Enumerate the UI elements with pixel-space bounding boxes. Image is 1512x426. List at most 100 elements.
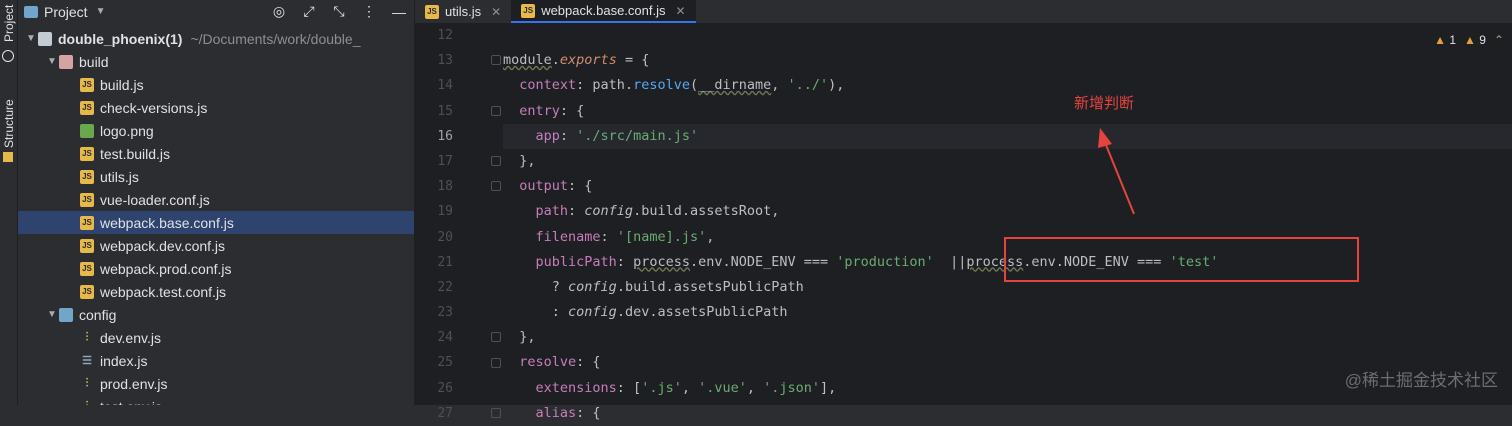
line-number: 13 xyxy=(437,53,453,69)
tree-file[interactable]: ⫶ prod.env.js xyxy=(18,372,414,395)
tree-file[interactable]: JS utils.js xyxy=(18,165,414,188)
tree-file[interactable]: JS webpack.base.conf.js xyxy=(18,211,414,234)
chevron-down-icon[interactable]: ▼ xyxy=(24,33,38,44)
target-icon[interactable]: ◎ xyxy=(264,3,294,20)
fold-marker-icon[interactable] xyxy=(491,156,501,166)
line-number: 24 xyxy=(437,330,453,346)
fold-marker-icon[interactable] xyxy=(491,55,501,66)
fold-marker-icon[interactable] xyxy=(491,357,501,368)
code-token: : [ xyxy=(616,379,642,396)
code-token: __dirname xyxy=(698,77,772,94)
image-file-icon xyxy=(80,123,94,138)
folder-icon xyxy=(59,307,73,322)
project-tree: ▼ double_phoenix(1) ~/Documents/work/dou… xyxy=(18,27,414,405)
js-file-icon: JS xyxy=(521,3,536,18)
project-tool-icon[interactable] xyxy=(2,50,14,62)
code-token: : xyxy=(503,304,569,321)
code-token: : { xyxy=(568,178,593,195)
fold-marker-icon[interactable] xyxy=(491,408,501,418)
code-token: ? xyxy=(503,278,569,295)
tree-file[interactable]: JS webpack.prod.conf.js xyxy=(18,257,414,280)
code-token: 'production' xyxy=(836,253,934,270)
expand-icon[interactable]: ⤢ xyxy=(294,3,324,20)
tree-item-label: dev.env.js xyxy=(100,329,161,346)
tree-item-label: utils.js xyxy=(100,168,139,185)
code-line[interactable]: : config.dev.assetsPublicPath xyxy=(503,300,1512,325)
tree-file[interactable]: JS build.js xyxy=(18,73,414,96)
fold-marker-icon[interactable] xyxy=(491,332,501,343)
chevron-down-icon[interactable]: ▼ xyxy=(96,6,106,17)
root-name: double_phoenix(1) xyxy=(58,30,183,47)
chevron-down-icon[interactable]: ▼ xyxy=(45,309,59,320)
tree-file[interactable]: ⫶ test.env.js xyxy=(18,395,414,406)
folder-icon xyxy=(38,31,52,46)
structure-tool-tab[interactable]: Structure xyxy=(0,88,17,148)
fold-marker-icon[interactable] xyxy=(491,105,501,116)
close-icon[interactable]: ✕ xyxy=(491,5,501,19)
tree-file[interactable]: JS vue-loader.conf.js xyxy=(18,188,414,211)
code-token: : { xyxy=(576,404,601,421)
list-file-icon: ☰ xyxy=(82,355,92,367)
code-line[interactable] xyxy=(503,23,1512,48)
tab-label: webpack.base.conf.js xyxy=(541,3,666,18)
code-line[interactable]: }, xyxy=(503,149,1512,174)
line-number: 18 xyxy=(437,179,453,195)
tree-file[interactable]: ⫶ dev.env.js xyxy=(18,326,414,349)
js-file-icon: JS xyxy=(80,215,94,230)
root-path: ~/Documents/work/double_ xyxy=(190,30,361,47)
editor-tab[interactable]: JS utils.js ✕ xyxy=(415,0,511,23)
code-token: '../' xyxy=(787,77,829,94)
tree-file[interactable]: ☰ index.js xyxy=(18,349,414,372)
tree-file[interactable]: logo.png xyxy=(18,119,414,142)
code-line[interactable]: context: path.resolve(__dirname, '../'), xyxy=(503,73,1512,98)
code-token: : path. xyxy=(576,77,634,94)
code-token: , xyxy=(771,77,788,94)
project-panel-title[interactable]: Project xyxy=(44,4,88,20)
tree-root[interactable]: ▼ double_phoenix(1) ~/Documents/work/dou… xyxy=(18,27,414,50)
tree-item-label: build.js xyxy=(100,76,144,93)
code-token: : xyxy=(600,228,617,245)
line-number: 22 xyxy=(437,279,453,295)
line-number: 20 xyxy=(437,229,453,245)
tree-file[interactable]: JS test.build.js xyxy=(18,142,414,165)
tree-item-label: config xyxy=(79,306,117,323)
line-number-gutter: 12 13 14 15 16 17 18 19 20 21 22 23 24 25 26 27 xyxy=(415,23,463,426)
more-icon[interactable]: ⋮ xyxy=(354,3,384,20)
code-line[interactable]: }, xyxy=(503,325,1512,350)
code-token: entry xyxy=(503,102,560,119)
code-line[interactable]: app: './src/main.js' xyxy=(503,123,1512,149)
structure-tool-icon[interactable] xyxy=(3,152,13,162)
fold-marker-icon[interactable] xyxy=(491,181,501,192)
project-tool-tab[interactable]: Project xyxy=(0,0,17,42)
js-file-icon: JS xyxy=(425,4,439,19)
tree-file[interactable]: JS webpack.test.conf.js xyxy=(18,280,414,303)
code-token: '.vue' xyxy=(698,379,747,396)
tree-item-label: prod.env.js xyxy=(100,375,168,392)
config-file-icon: ⫶ xyxy=(85,330,89,344)
minimize-icon[interactable]: — xyxy=(384,4,414,20)
code-line[interactable]: output: { xyxy=(503,174,1512,199)
tree-folder[interactable]: ▼ build xyxy=(18,50,414,73)
code-token: app xyxy=(503,127,560,144)
config-file-icon: ⫶ xyxy=(80,399,94,405)
config-file-icon: ⫶ xyxy=(85,376,89,390)
code-line[interactable]: entry: { xyxy=(503,99,1512,124)
code-token: = { xyxy=(616,52,650,69)
code-line[interactable]: module.exports = { xyxy=(503,48,1512,73)
js-file-icon: JS xyxy=(80,238,94,253)
code-token: filename xyxy=(503,228,601,245)
tree-item-label: build xyxy=(79,53,109,70)
code-token: publicPath xyxy=(503,253,617,270)
close-icon[interactable]: ✕ xyxy=(675,4,685,18)
code-line[interactable]: path: config.build.assetsRoot, xyxy=(503,199,1512,224)
collapse-icon[interactable]: ⤡ xyxy=(324,3,354,20)
tree-file[interactable]: JS check-versions.js xyxy=(18,96,414,119)
tree-folder[interactable]: ▼ config xyxy=(18,303,414,326)
code-token: .env.NODE_ENV === xyxy=(689,253,837,270)
tree-file[interactable]: JS webpack.dev.conf.js xyxy=(18,234,414,257)
editor-tab[interactable]: JS webpack.base.conf.js ✕ xyxy=(511,0,696,23)
tool-window-strip: Project Structure xyxy=(0,0,18,405)
tree-item-label: webpack.dev.conf.js xyxy=(100,237,226,254)
chevron-down-icon[interactable]: ▼ xyxy=(45,56,59,67)
line-number: 17 xyxy=(437,153,453,169)
